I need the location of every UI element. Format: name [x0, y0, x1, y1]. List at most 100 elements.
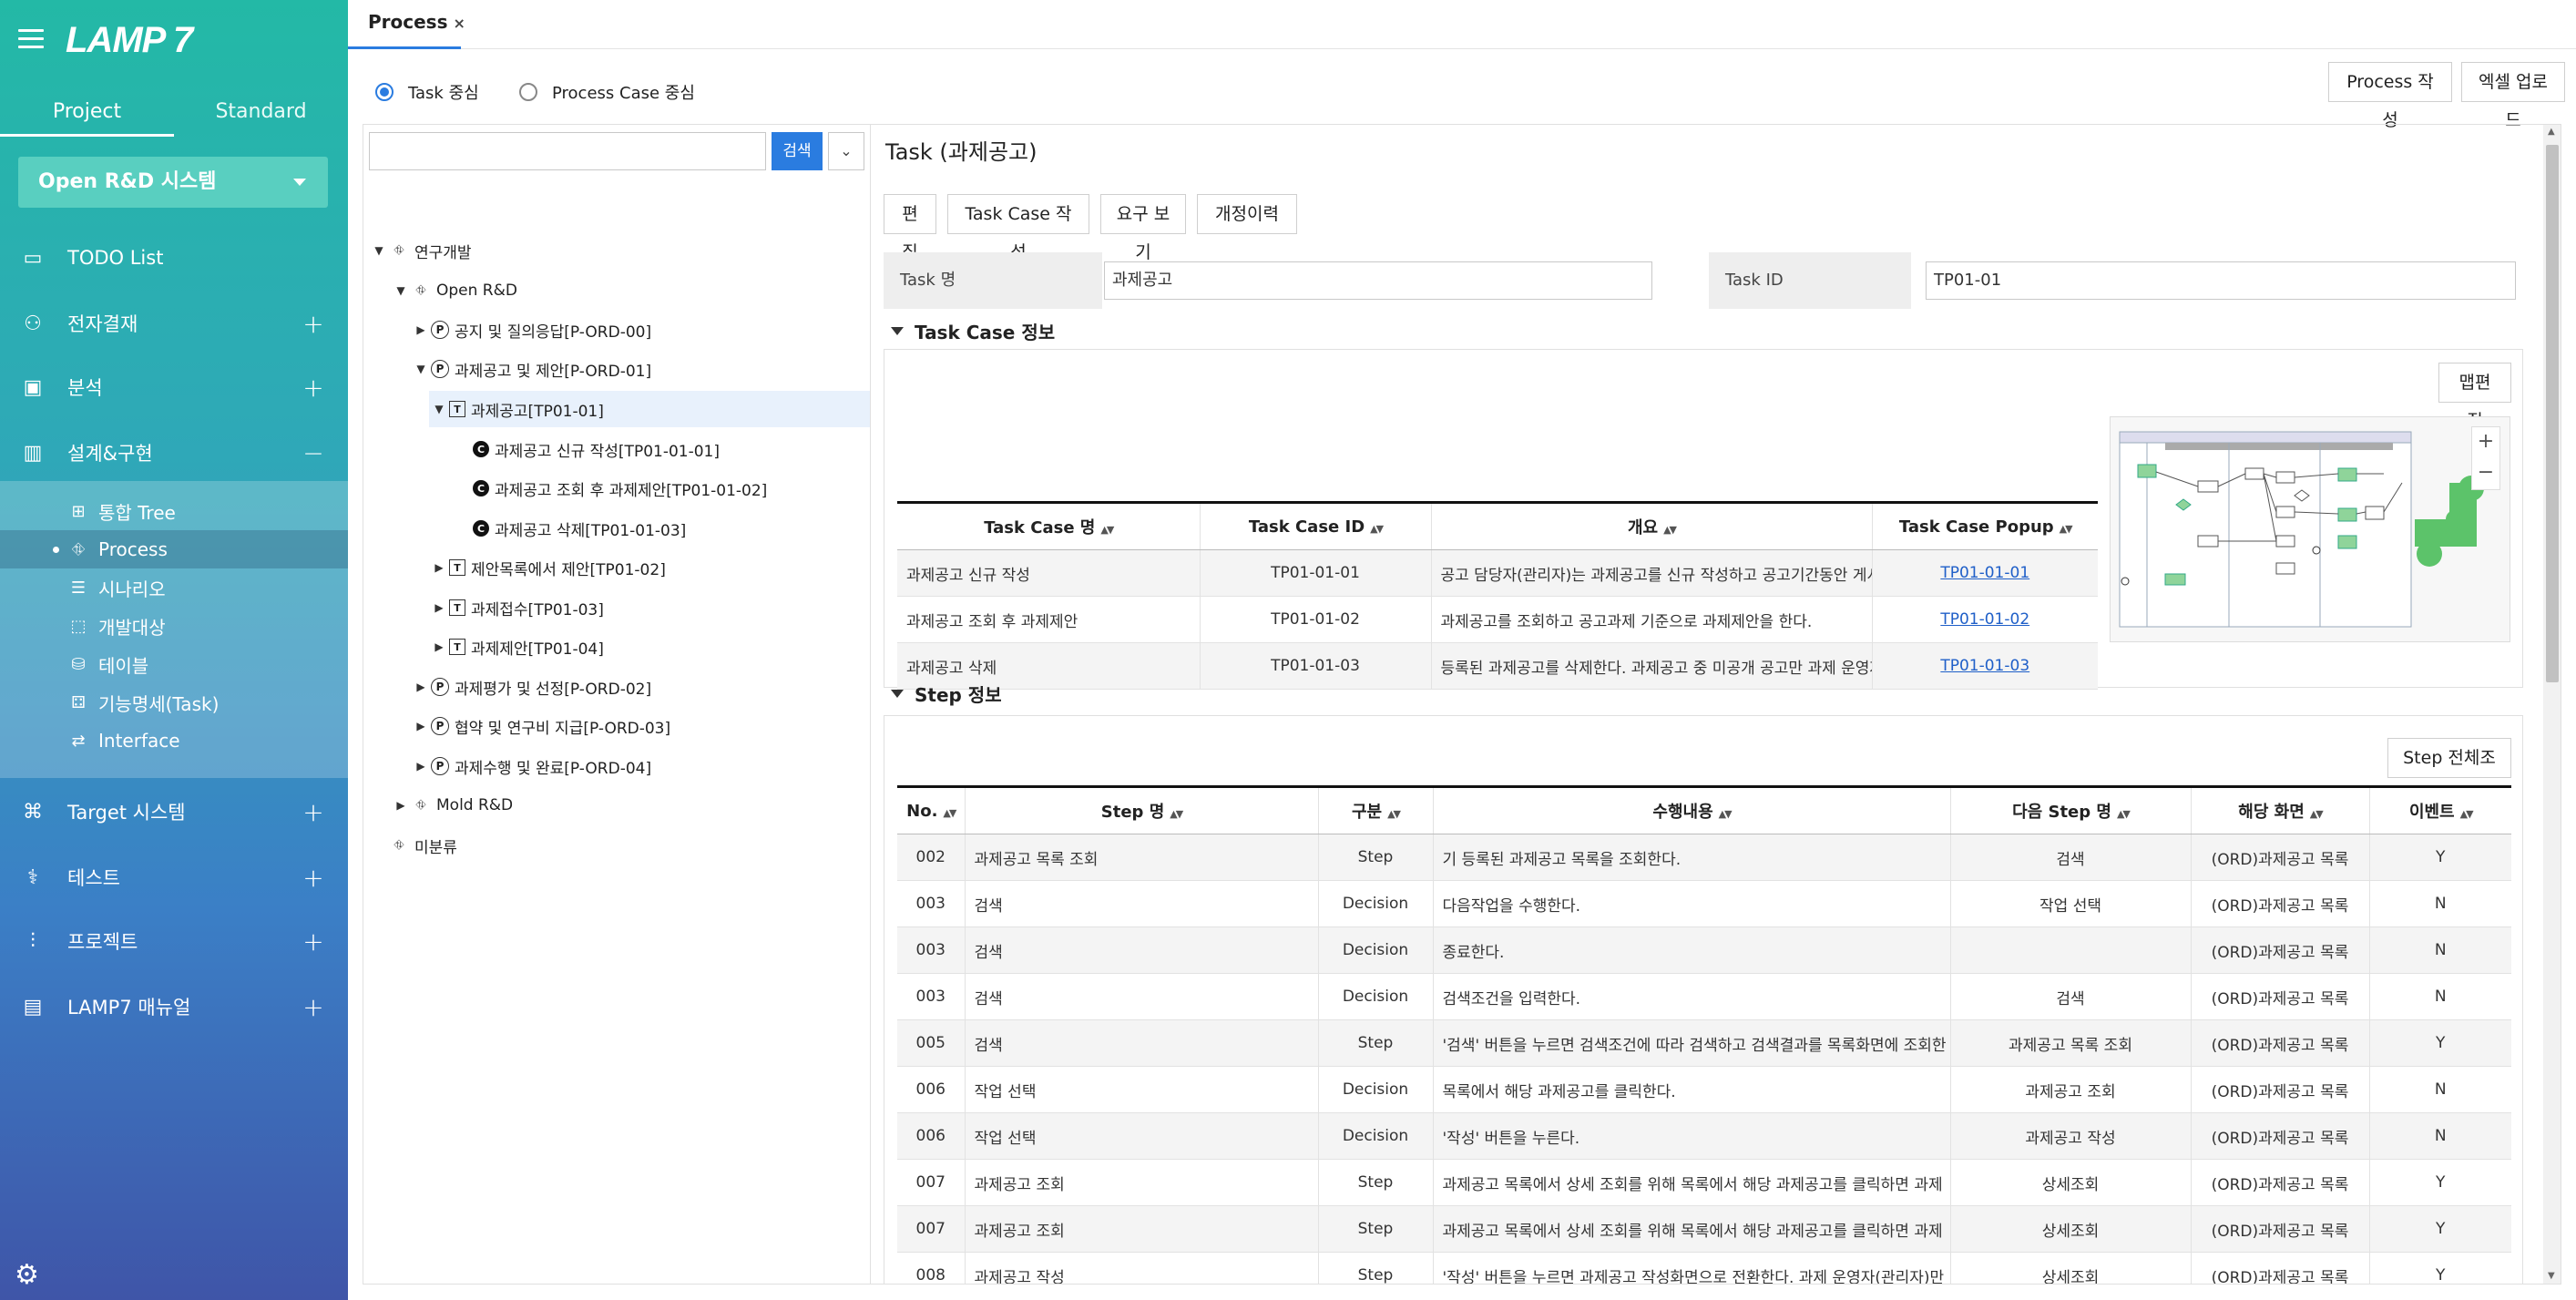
step-section-title[interactable]: Step 정보 [891, 681, 1002, 707]
caret-icon[interactable]: ▶ [429, 601, 449, 614]
column-header[interactable]: Step 명 ▲▼ [964, 785, 1318, 834]
column-header[interactable]: Task Case 명 ▲▼ [897, 501, 1200, 550]
tree-node[interactable]: ▶ P 협약 및 연구비 지급[P-ORD-03] [411, 708, 670, 744]
caret-icon[interactable]: ▶ [411, 681, 431, 693]
menu-item-design[interactable]: ▥ 설계&구현 − [0, 421, 348, 485]
content-scrollbar[interactable]: ▲ ▼ [2543, 125, 2561, 1284]
table-row[interactable]: 006 작업 선택 Decision 목록에서 해당 과제공고를 클릭한다. 과제공고 … [897, 1066, 2511, 1113]
column-header[interactable]: 다음 Step 명 ▲▼ [1949, 785, 2191, 834]
expand-icon[interactable]: + [295, 309, 332, 339]
table-row[interactable]: 007 과제공고 조회 Step 과제공고 목록에서 상세 조회를 위해 목록에서 해… [897, 1205, 2511, 1253]
table-row[interactable]: 003 검색 Decision 검색조건을 입력한다. 검색 (ORD)과제공고 목록 N [897, 973, 2511, 1020]
gear-icon[interactable]: ⚙ [15, 1259, 39, 1291]
tab-process[interactable]: Process × [348, 0, 465, 49]
menu-item-test[interactable]: ⚕ 테스트 + [0, 845, 348, 909]
menu-item-target[interactable]: ⌘ Target 시스템 + [0, 780, 348, 844]
sort-icon[interactable]: ▲▼ [2060, 523, 2073, 535]
caret-icon[interactable]: ▶ [429, 561, 449, 574]
sort-icon[interactable]: ▲▼ [1663, 524, 1677, 536]
tree-node[interactable]: ▶ P 과제평가 및 선정[P-ORD-02] [411, 669, 651, 705]
tab-standard[interactable]: Standard [174, 89, 348, 137]
table-row[interactable]: 002 과제공고 목록 조회 Step 기 등록된 과제공고 목록을 조회한다. 검색(… [897, 834, 2511, 881]
tree-node[interactable]: ▶ T 제안목록에서 제안[TP01-02] [429, 549, 666, 586]
submenu-item-tree[interactable]: ⊞ 통합 Tree [0, 492, 348, 530]
task-case-section-title[interactable]: Task Case 정보 [891, 318, 1055, 344]
tree-node[interactable]: ▶ ⛗ Mold R&D [391, 787, 513, 824]
sort-icon[interactable]: ▲▼ [2460, 808, 2474, 820]
project-select[interactable]: Open R&D 시스템 [18, 157, 328, 208]
tree-node[interactable]: C 과제공고 조회 후 과제제안[TP01-01-02] [473, 470, 767, 507]
table-row[interactable]: 007 과제공고 조회 Step 과제공고 목록에서 상세 조회를 위해 목록에서 해… [897, 1159, 2511, 1206]
excel-upload-button[interactable]: 엑셀 업로드 [2461, 62, 2565, 130]
tab-project[interactable]: Project [0, 89, 174, 137]
table-row[interactable]: 008 과제공고 작성 Step '작성' 버튼을 누르면 과제공고 작성화면으로 전… [897, 1252, 2511, 1284]
hamburger-menu-icon[interactable] [18, 29, 44, 49]
tree-search-button[interactable]: 검색 [772, 132, 823, 170]
table-row[interactable]: 과제공고 조회 후 과제제안 TP01-01-02 과제공고를 조회하고 공고과제 … [897, 596, 2098, 643]
expand-icon[interactable]: + [295, 373, 332, 403]
tree-node-selected[interactable]: ▼ T 과제공고[TP01-01] [429, 391, 870, 427]
tree-node[interactable]: C 과제공고 삭제[TP01-01-03] [473, 510, 686, 547]
table-row[interactable]: 006 작업 선택 Decision '작성' 버튼을 누른다. 과제공고 작성 (ORD… [897, 1112, 2511, 1160]
process-map-diagram[interactable]: + − [2110, 416, 2510, 642]
tree-node[interactable]: ▶ P 공지 및 질의응답[P-ORD-00] [411, 312, 651, 348]
caret-icon[interactable]: ▼ [429, 403, 449, 415]
menu-item-approval[interactable]: ⚇ 전자결재 + [0, 292, 348, 355]
caret-icon[interactable]: ▶ [391, 799, 411, 812]
task-case-create-button[interactable]: Task Case 작성 [947, 194, 1089, 262]
tree-node[interactable]: ▶ T 과제접수[TP01-03] [429, 589, 604, 626]
submenu-item-dev-target[interactable]: ⬚ 개발대상 [0, 607, 348, 645]
tree-node[interactable]: ▶ P 과제수행 및 완료[P-ORD-04] [411, 748, 651, 784]
column-header[interactable]: 개요 ▲▼ [1430, 501, 1872, 550]
scroll-up-icon[interactable]: ▲ [2548, 127, 2555, 137]
menu-item-todo[interactable]: ▭ TODO List [0, 226, 348, 290]
sort-icon[interactable]: ▲▼ [1100, 524, 1114, 536]
table-row[interactable]: 003 검색 Decision 다음작업을 수행한다. 작업 선택 (ORD)과제공고 목… [897, 880, 2511, 927]
caret-icon[interactable]: ▶ [411, 323, 431, 336]
tree-node[interactable]: ⛗ 미분류 [369, 827, 457, 864]
caret-icon[interactable]: ▼ [369, 244, 389, 257]
menu-item-manual[interactable]: ▤ LAMP7 매뉴얼 + [0, 975, 348, 1039]
sort-icon[interactable]: ▲▼ [2117, 808, 2131, 820]
step-all-view-button[interactable]: Step 전체조회 [2387, 738, 2511, 806]
radio-process-case-centric[interactable]: Process Case 중심 [519, 80, 695, 104]
sort-icon[interactable]: ▲▼ [1387, 808, 1401, 820]
sort-icon[interactable]: ▲▼ [1370, 523, 1384, 535]
expand-icon[interactable]: + [295, 863, 332, 893]
table-row[interactable]: 003 검색 Decision 종료한다. (ORD)과제공고 목록 N [897, 926, 2511, 974]
process-create-button[interactable]: Process 작성 [2328, 62, 2452, 130]
column-header[interactable]: 구분 ▲▼ [1317, 785, 1433, 834]
caret-icon[interactable]: ▶ [411, 720, 431, 732]
submenu-item-interface[interactable]: ⇄ Interface [0, 722, 348, 760]
close-icon[interactable]: × [454, 15, 465, 32]
sort-icon[interactable]: ▲▼ [943, 807, 956, 819]
expand-icon[interactable]: + [295, 797, 332, 827]
chevron-double-down-icon[interactable]: ⌄ [828, 132, 864, 170]
view-requirements-button[interactable]: 요구 보기 [1100, 194, 1186, 262]
revision-history-button[interactable]: 개정이력 [1197, 194, 1297, 234]
expand-icon[interactable]: + [295, 926, 332, 957]
caret-icon[interactable]: ▼ [411, 363, 431, 375]
tree-node[interactable]: ▼ P 과제공고 및 제안[P-ORD-01] [411, 351, 651, 387]
column-header[interactable]: 이벤트 ▲▼ [2368, 785, 2511, 834]
expand-icon[interactable]: + [295, 992, 332, 1022]
sort-icon[interactable]: ▲▼ [1170, 808, 1183, 820]
tree-node[interactable]: C 과제공고 신규 작성[TP01-01-01] [473, 431, 720, 467]
menu-item-project[interactable]: ⫶ 프로젝트 + [0, 909, 348, 973]
radio-task-centric[interactable]: Task 중심 [375, 80, 479, 104]
column-header[interactable]: Task Case ID ▲▼ [1199, 501, 1431, 550]
caret-icon[interactable]: ▶ [429, 640, 449, 653]
column-header[interactable]: No. ▲▼ [897, 785, 965, 834]
submenu-item-task[interactable]: ⚃ 기능명세(Task) [0, 683, 348, 722]
table-row[interactable]: 과제공고 신규 작성 TP01-01-01 공고 담당자(관리자)는 과제공고를 신… [897, 549, 2098, 597]
task-name-field[interactable]: 과제공고 [1104, 261, 1652, 300]
task-case-popup-link[interactable]: TP01-01-02 [1940, 610, 2029, 629]
column-header[interactable]: 수행내용 ▲▼ [1432, 785, 1950, 834]
zoom-out-icon[interactable]: − [2472, 458, 2499, 489]
scroll-down-icon[interactable]: ▼ [2548, 1271, 2555, 1281]
menu-item-analysis[interactable]: ▣ 분석 + [0, 355, 348, 419]
edit-button[interactable]: 편집 [884, 194, 936, 262]
tree-node[interactable]: ▼ ⛗ 연구개발 [369, 232, 471, 269]
submenu-item-table[interactable]: ⛁ 테이블 [0, 645, 348, 683]
sort-icon[interactable]: ▲▼ [2310, 808, 2324, 820]
